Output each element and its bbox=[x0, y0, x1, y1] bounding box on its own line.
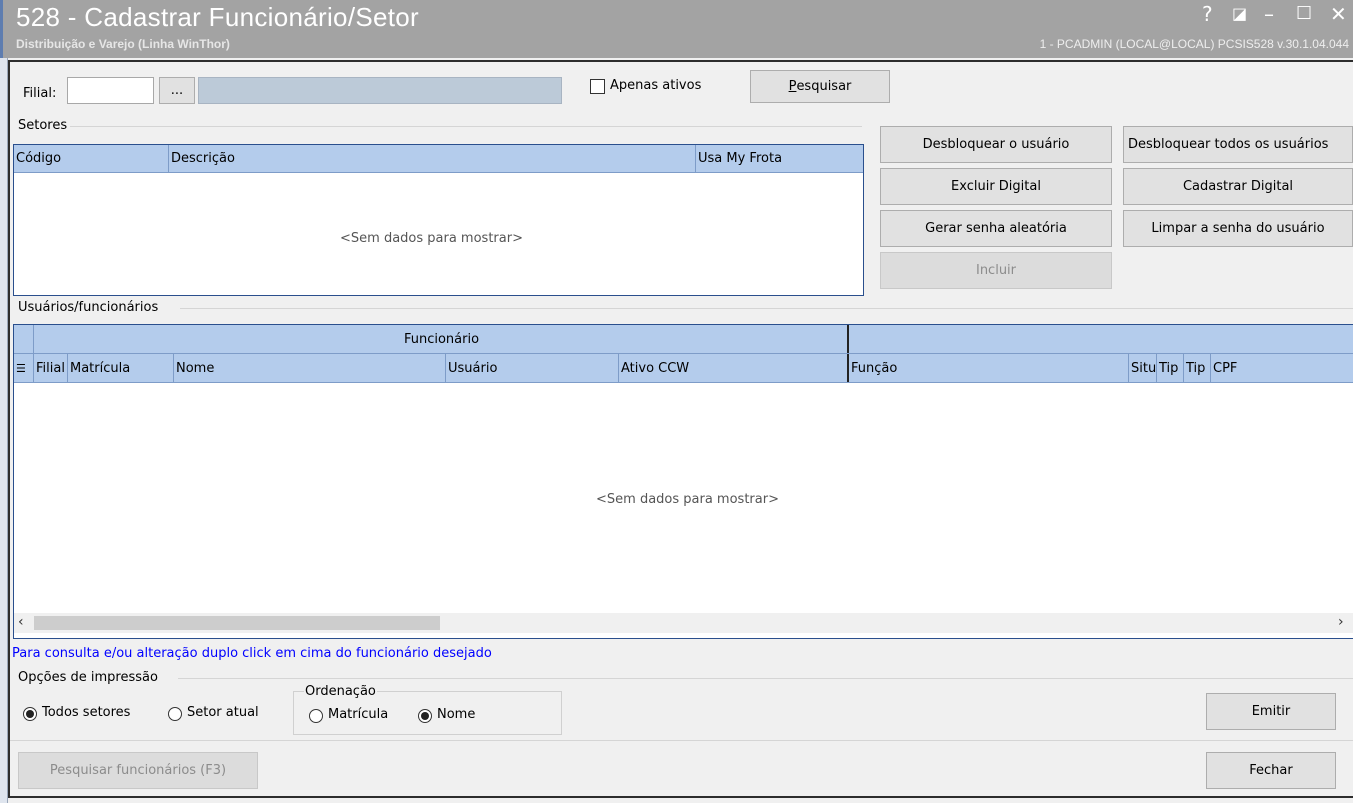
nome-label: Nome bbox=[437, 707, 476, 722]
setores-group-line bbox=[70, 126, 862, 127]
setores-grid-header: Código Descrição Usa My Frota bbox=[14, 145, 863, 173]
emitir-button[interactable]: Emitir bbox=[1206, 693, 1336, 730]
window-title: 528 - Cadastrar Funcionário/Setor bbox=[16, 2, 419, 32]
todos-setores-label: Todos setores bbox=[42, 705, 131, 720]
pesquisar-mnemonic: P bbox=[788, 79, 797, 94]
matricula-radio[interactable] bbox=[309, 709, 323, 723]
footer-divider bbox=[10, 740, 1353, 741]
user-info: 1 - PCADMIN (LOCAL@LOCAL) PCSIS528 v.30.… bbox=[1039, 37, 1349, 51]
incluir-button[interactable]: Incluir bbox=[880, 252, 1112, 289]
col-funcao[interactable]: Função bbox=[849, 354, 1129, 382]
close-icon[interactable]: ✕ bbox=[1330, 2, 1347, 26]
scroll-left-icon[interactable]: ‹ bbox=[18, 614, 24, 630]
fechar-button[interactable]: Fechar bbox=[1206, 752, 1336, 789]
usuarios-group-line bbox=[180, 308, 1353, 309]
limpar-senha-button[interactable]: Limpar a senha do usuário bbox=[1123, 210, 1353, 247]
col-matricula[interactable]: Matrícula bbox=[68, 354, 174, 382]
nome-radio[interactable] bbox=[418, 709, 432, 723]
impressao-group-label: Opções de impressão bbox=[18, 670, 158, 685]
restore-icon[interactable]: ◪ bbox=[1232, 2, 1247, 26]
nome-dot bbox=[421, 712, 429, 720]
pesquisar-rest: esquisar bbox=[796, 79, 852, 94]
usuarios-empty-text: <Sem dados para mostrar> bbox=[596, 492, 779, 507]
filial-browse-button[interactable]: ... bbox=[159, 77, 195, 104]
apenas-ativos-checkbox[interactable] bbox=[590, 79, 605, 94]
usuarios-band-header: Funcionário bbox=[14, 325, 1353, 354]
col-usa-my-frota[interactable]: Usa My Frota bbox=[696, 145, 863, 172]
col-tipo-2[interactable]: Tip bbox=[1184, 354, 1211, 382]
setores-empty-text: <Sem dados para mostrar> bbox=[340, 231, 523, 246]
maximize-icon[interactable]: ☐ bbox=[1296, 2, 1312, 26]
help-icon[interactable]: ? bbox=[1202, 2, 1213, 26]
usuarios-grid-header: ☰ Filial Matrícula Nome Usuário Ativo CC… bbox=[14, 354, 1353, 383]
filial-input[interactable] bbox=[67, 77, 154, 104]
filial-label: Filial: bbox=[23, 86, 57, 101]
gerar-senha-button[interactable]: Gerar senha aleatória bbox=[880, 210, 1112, 247]
matricula-label: Matrícula bbox=[328, 707, 389, 722]
excluir-digital-button[interactable]: Excluir Digital bbox=[880, 168, 1112, 205]
setores-group-label: Setores bbox=[18, 118, 68, 133]
setor-atual-radio[interactable] bbox=[168, 707, 182, 721]
minimize-icon[interactable]: – bbox=[1264, 2, 1274, 26]
col-tipo-1[interactable]: Tip bbox=[1157, 354, 1184, 382]
scrollbar-thumb[interactable] bbox=[34, 616, 440, 630]
setores-grid[interactable]: Código Descrição Usa My Frota <Sem dados… bbox=[13, 144, 864, 296]
horizontal-scrollbar[interactable]: ‹ › bbox=[14, 613, 1353, 633]
col-usuario[interactable]: Usuário bbox=[446, 354, 619, 382]
desbloquear-todos-button[interactable]: Desbloquear todos os usuários bbox=[1123, 126, 1353, 163]
column-chooser-icon[interactable]: ☰ bbox=[14, 354, 34, 382]
col-nome[interactable]: Nome bbox=[174, 354, 446, 382]
filial-description-field bbox=[198, 77, 562, 104]
col-filial[interactable]: Filial bbox=[34, 354, 68, 382]
apenas-ativos-label: Apenas ativos bbox=[610, 78, 702, 93]
pesquisar-button[interactable]: Pesquisar bbox=[750, 70, 890, 103]
col-descricao[interactable]: Descrição bbox=[169, 145, 696, 172]
impressao-group-line bbox=[178, 678, 1353, 679]
todos-setores-radio[interactable] bbox=[23, 707, 37, 721]
hint-text: Para consulta e/ou alteração duplo click… bbox=[12, 646, 492, 661]
usuarios-group-label: Usuários/funcionários bbox=[18, 300, 159, 315]
usuarios-grid[interactable]: Funcionário ☰ Filial Matrícula Nome Usuá… bbox=[13, 324, 1353, 639]
col-ativo-ccw[interactable]: Ativo CCW bbox=[619, 354, 849, 382]
band-funcionario: Funcionário bbox=[34, 325, 849, 353]
col-situacao[interactable]: Situ bbox=[1129, 354, 1157, 382]
pesquisar-funcionarios-button[interactable]: Pesquisar funcionários (F3) bbox=[18, 752, 258, 789]
todos-setores-dot bbox=[26, 710, 34, 718]
setor-atual-label: Setor atual bbox=[187, 705, 259, 720]
scroll-right-icon[interactable]: › bbox=[1338, 614, 1344, 630]
band-indicator bbox=[14, 325, 34, 353]
cadastrar-digital-button[interactable]: Cadastrar Digital bbox=[1123, 168, 1353, 205]
left-border bbox=[0, 58, 8, 803]
window-subtitle: Distribuição e Varejo (Linha WinThor) bbox=[16, 37, 230, 51]
col-codigo[interactable]: Código bbox=[14, 145, 169, 172]
ordenacao-label: Ordenação bbox=[304, 684, 377, 699]
desbloquear-usuario-button[interactable]: Desbloquear o usuário bbox=[880, 126, 1112, 163]
col-cpf[interactable]: CPF bbox=[1211, 354, 1353, 382]
